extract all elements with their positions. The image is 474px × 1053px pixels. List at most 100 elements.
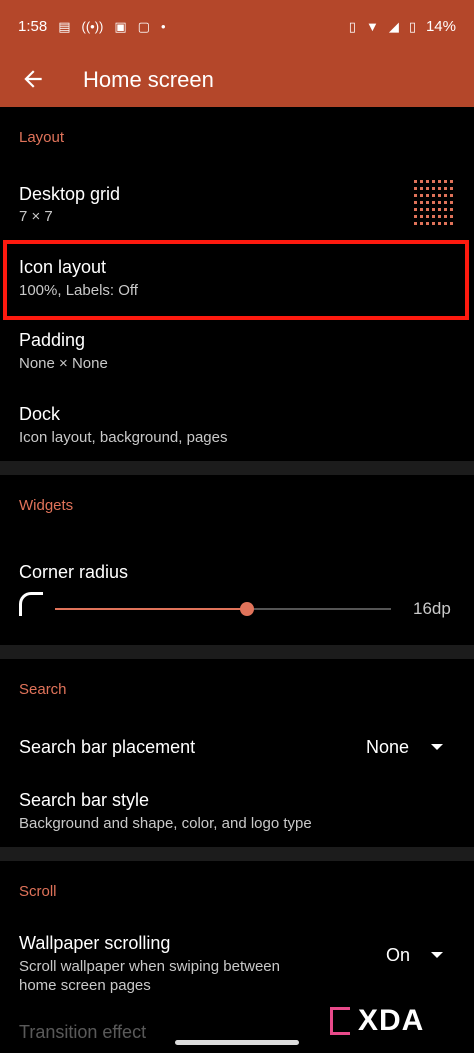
grid-dot xyxy=(414,215,417,218)
grid-dot xyxy=(444,194,447,197)
xda-bracket-icon xyxy=(330,1007,350,1035)
grid-dot xyxy=(432,187,435,190)
section-label-widgets: Widgets xyxy=(19,497,74,514)
wallpaper-scrolling-desc-1: Scroll wallpaper when swiping between xyxy=(19,958,280,975)
dropdown-arrow-icon xyxy=(431,952,443,958)
grid-dot xyxy=(426,215,429,218)
battery-percent: 14% xyxy=(425,17,456,35)
grid-dot xyxy=(450,222,453,225)
grid-dot xyxy=(444,180,447,183)
grid-dot xyxy=(426,187,429,190)
section-divider xyxy=(0,847,474,861)
wallpaper-scrolling-value: On xyxy=(386,945,411,965)
desktop-grid-value: 7 × 7 xyxy=(19,208,53,225)
grid-dot xyxy=(438,215,441,218)
grid-dot xyxy=(414,208,417,211)
vibrate-icon: ▯ xyxy=(348,18,356,34)
highlight-box xyxy=(3,240,469,320)
grid-dot xyxy=(444,215,447,218)
grid-dot xyxy=(432,208,435,211)
grid-dot xyxy=(438,180,441,183)
status-bar: 1:58 ▤ ((•)) ▣ ▢ • ▯ ▼ ◢ ▯ 14% xyxy=(0,0,474,52)
corner-radius-slider[interactable] xyxy=(55,608,391,610)
battery-icon: ▯ xyxy=(408,18,416,34)
slider-fill xyxy=(55,608,247,610)
padding-value: None × None xyxy=(19,355,108,372)
grid-dot xyxy=(450,215,453,218)
dot-icon: • xyxy=(160,18,166,34)
desktop-grid-title: Desktop grid xyxy=(19,184,121,204)
corner-radius-icon xyxy=(19,592,43,616)
grid-dot xyxy=(432,201,435,204)
grid-dot xyxy=(420,208,423,211)
dock-value: Icon layout, background, pages xyxy=(19,429,228,446)
dock-title: Dock xyxy=(19,404,61,424)
grid-dot xyxy=(426,208,429,211)
search-bar-style-value: Background and shape, color, and logo ty… xyxy=(19,815,312,832)
message-icon: ▤ xyxy=(58,18,71,34)
grid-dot xyxy=(432,180,435,183)
back-arrow-icon[interactable] xyxy=(20,66,46,92)
grid-dot xyxy=(426,222,429,225)
grid-dot xyxy=(450,180,453,183)
grid-dot xyxy=(420,187,423,190)
grid-dot xyxy=(432,215,435,218)
wallpaper-scrolling-desc-2: home screen pages xyxy=(19,977,151,994)
grid-dot xyxy=(426,194,429,197)
icon-layout-title: Icon layout xyxy=(19,257,107,277)
grid-icon xyxy=(414,180,453,225)
grid-dot xyxy=(438,201,441,204)
page-title: Home screen xyxy=(83,67,214,92)
grid-dot xyxy=(414,187,417,190)
grid-dot xyxy=(426,201,429,204)
wifi-icon: ▼ xyxy=(365,18,379,34)
slider-thumb[interactable] xyxy=(239,602,254,616)
grid-dot xyxy=(432,222,435,225)
grid-dot xyxy=(450,201,453,204)
dropdown-arrow-icon xyxy=(431,744,443,750)
padding-title: Padding xyxy=(19,330,86,350)
grid-dot xyxy=(414,201,417,204)
corner-radius-value: 16dp xyxy=(413,599,451,618)
section-label-search: Search xyxy=(19,681,67,698)
app-bar: Home screen xyxy=(0,52,474,107)
grid-dot xyxy=(432,194,435,197)
grid-dot xyxy=(450,194,453,197)
grid-dot xyxy=(444,201,447,204)
grid-dot xyxy=(450,208,453,211)
search-bar-placement-title: Search bar placement xyxy=(19,737,196,757)
grid-dot xyxy=(420,201,423,204)
section-label-layout: Layout xyxy=(19,129,65,146)
section-divider xyxy=(0,645,474,659)
grid-dot xyxy=(438,194,441,197)
grid-dot xyxy=(444,222,447,225)
icon-layout-value: 100%, Labels: Off xyxy=(19,282,138,299)
grid-dot xyxy=(444,208,447,211)
hotspot-icon: ((•)) xyxy=(81,18,104,34)
corner-radius-title: Corner radius xyxy=(19,562,129,582)
grid-dot xyxy=(438,187,441,190)
signal-icon: ◢ xyxy=(388,18,399,34)
grid-dot xyxy=(444,187,447,190)
grid-dot xyxy=(420,222,423,225)
search-bar-style-title: Search bar style xyxy=(19,790,150,810)
status-time: 1:58 xyxy=(18,17,48,35)
grid-dot xyxy=(450,187,453,190)
grid-dot xyxy=(414,180,417,183)
grid-dot xyxy=(414,222,417,225)
section-divider xyxy=(0,461,474,475)
grid-dot xyxy=(420,215,423,218)
xda-logo-text: XDA xyxy=(358,1004,425,1037)
wallpaper-scrolling-title: Wallpaper scrolling xyxy=(19,933,171,953)
grid-dot xyxy=(420,194,423,197)
grid-dot xyxy=(420,180,423,183)
section-label-scroll: Scroll xyxy=(19,883,57,900)
search-bar-placement-value: None xyxy=(366,737,410,757)
grid-dot xyxy=(426,180,429,183)
store-icon: ▣ xyxy=(114,18,127,34)
grid-dot xyxy=(438,208,441,211)
grid-dot xyxy=(438,222,441,225)
gesture-nav-bar[interactable] xyxy=(175,1040,299,1045)
grid-dot xyxy=(414,194,417,197)
transition-effect-title[interactable]: Transition effect xyxy=(19,1022,146,1043)
